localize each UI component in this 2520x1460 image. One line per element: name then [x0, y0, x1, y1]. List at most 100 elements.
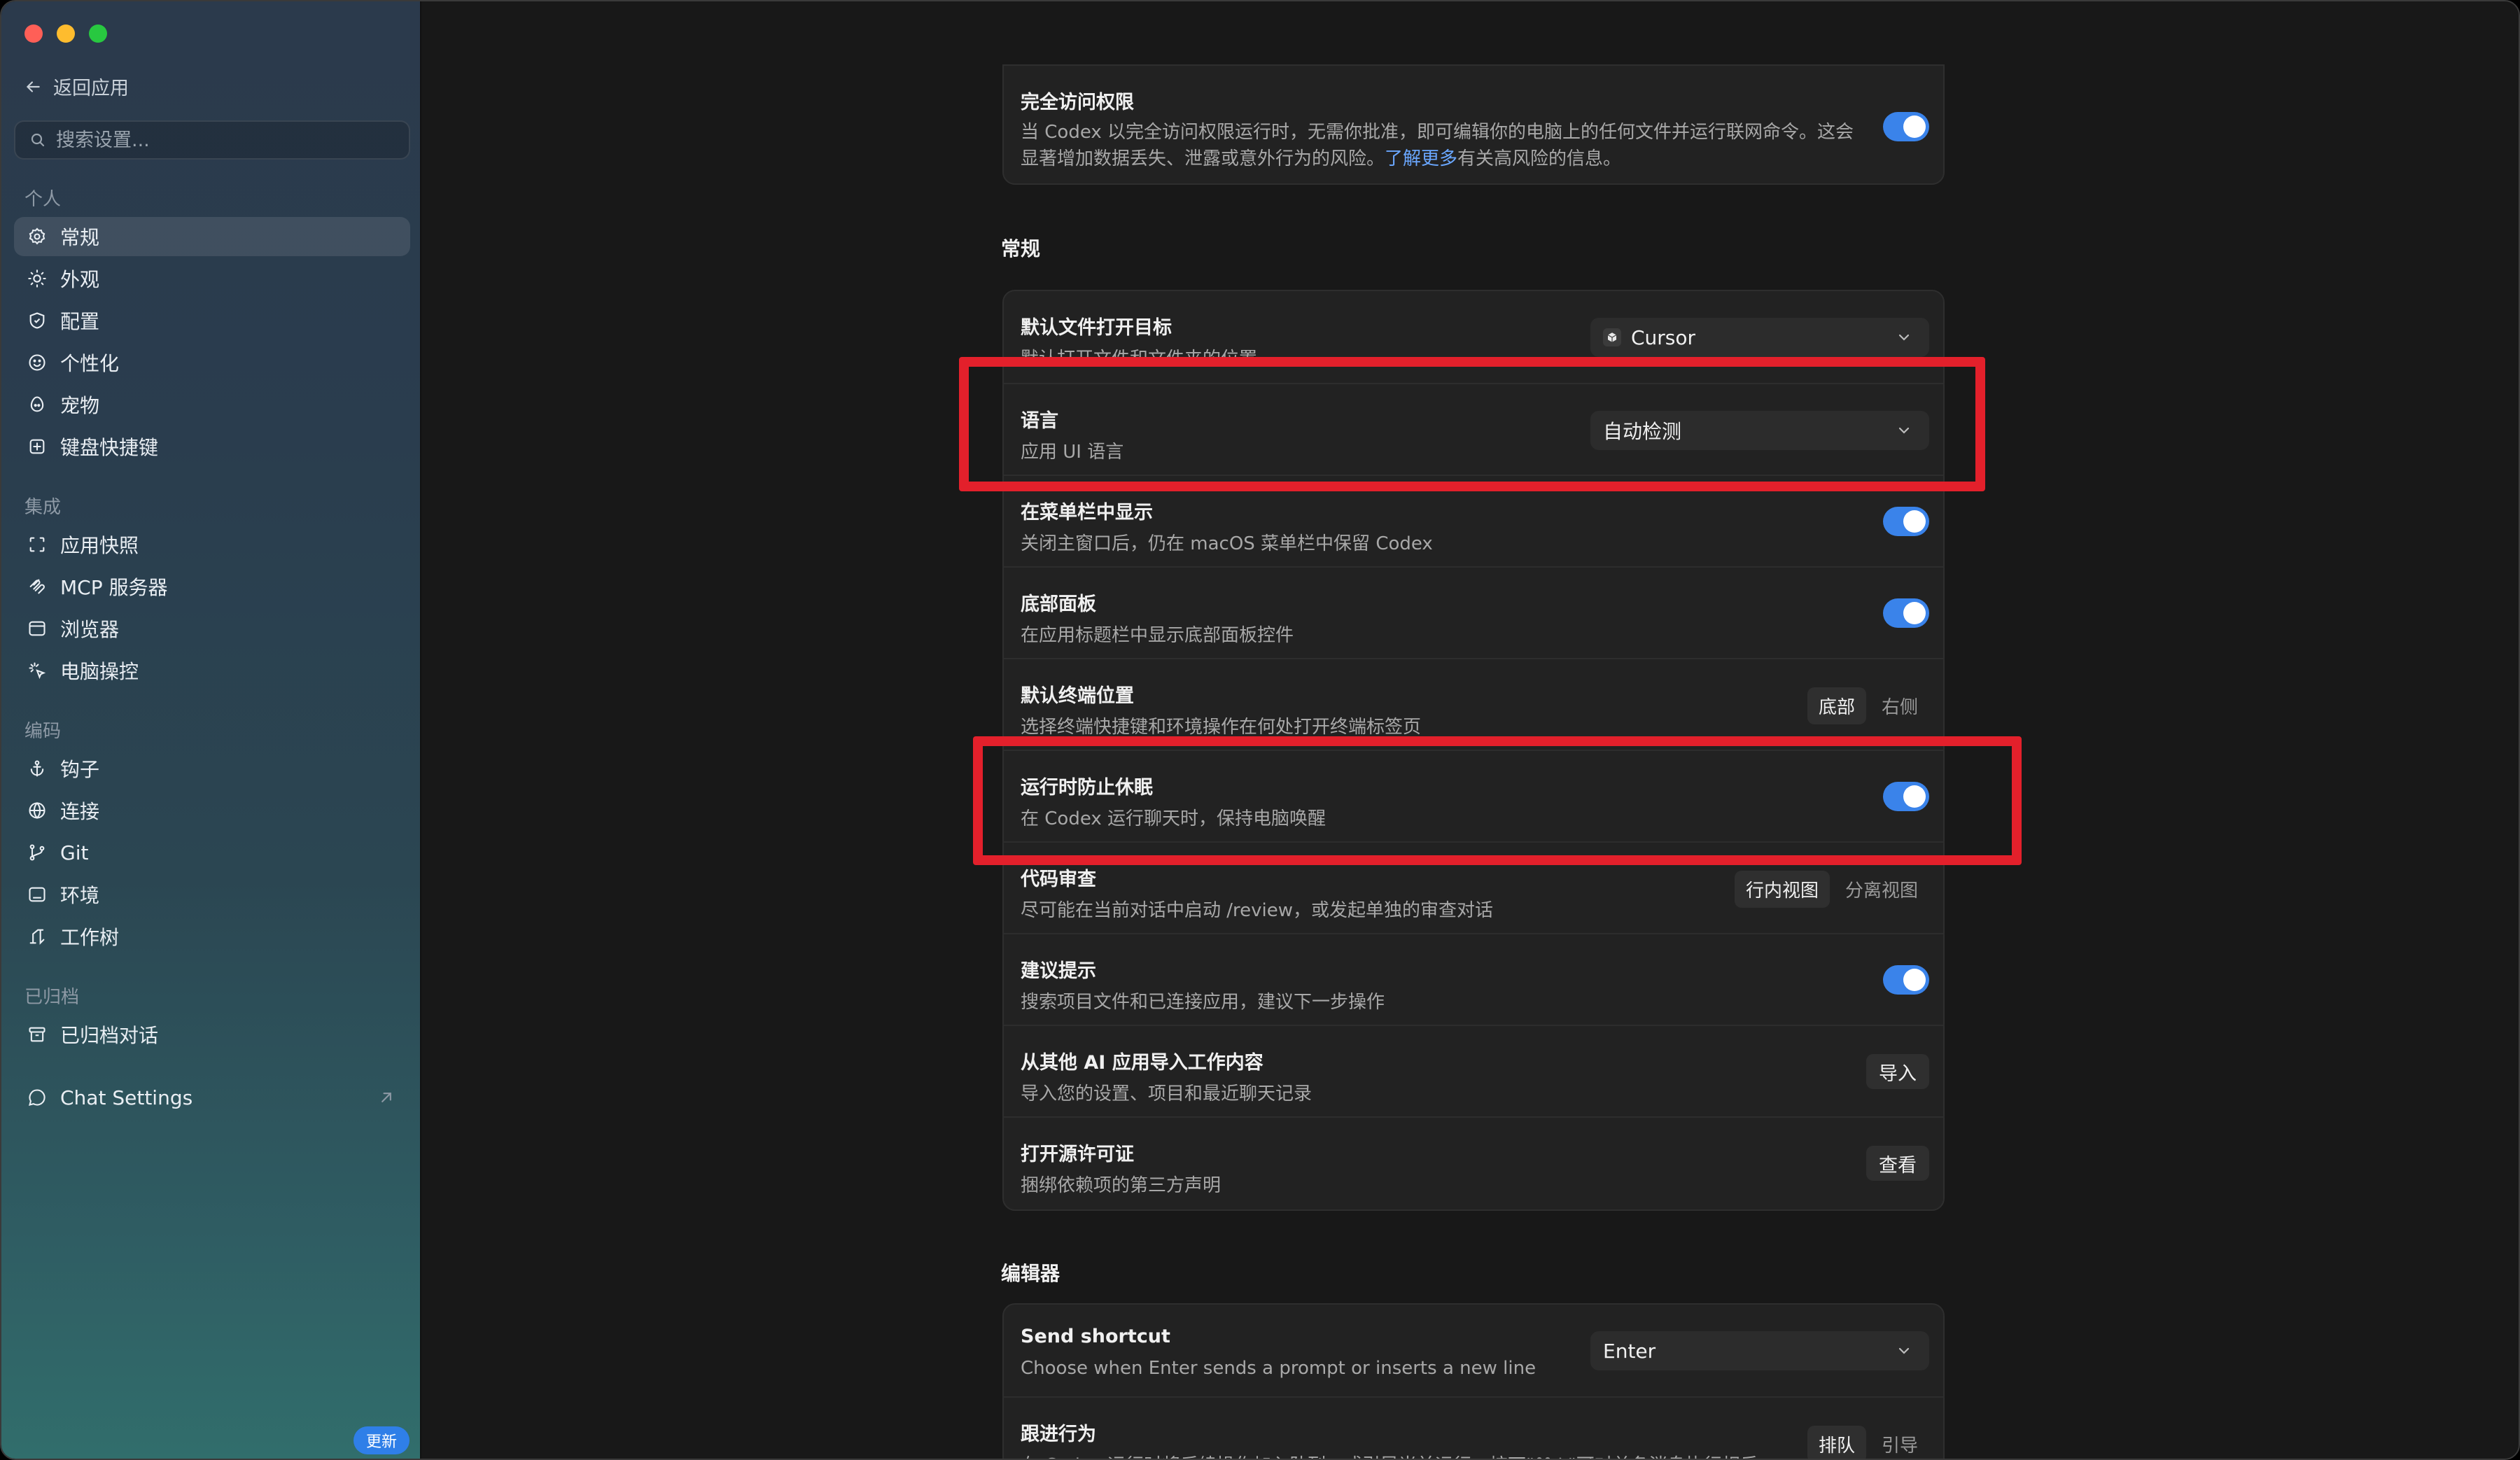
sidebar-item-computer-control[interactable]: 电脑操控: [14, 651, 410, 690]
settings-window: 返回应用 个人 常规 外观 配置 个性化 宠物 键盘快捷键: [0, 0, 2520, 1460]
send-shortcut-row: Send shortcut Choose when Enter sends a …: [1004, 1305, 1943, 1396]
sidebar-item-environment[interactable]: 环境: [14, 875, 410, 914]
editor-section-title: 编辑器: [1001, 1262, 1060, 1285]
sidebar-item-hooks[interactable]: 钩子: [14, 749, 410, 788]
section-label-coding: 编码: [24, 721, 62, 742]
sidebar-item-label: 配置: [60, 310, 100, 333]
arrow-left-icon: [26, 80, 40, 92]
external-link-icon: [382, 1093, 391, 1102]
worktree-icon: [27, 926, 48, 947]
search-input[interactable]: [56, 129, 392, 151]
sidebar-item-label: 常规: [60, 226, 100, 249]
sidebar-item-connections[interactable]: 连接: [14, 791, 410, 830]
close-window-button[interactable]: [24, 24, 43, 43]
row-title: 默认文件打开目标: [1021, 317, 1172, 339]
highlight-box-language: [959, 357, 1985, 491]
highlight-box-prevent-sleep: [973, 736, 2022, 865]
row-title: 打开源许可证: [1021, 1144, 1134, 1165]
sidebar-item-git[interactable]: Git: [14, 833, 410, 872]
sidebar-item-label: 外观: [60, 268, 100, 291]
archive-box-icon: [27, 1024, 48, 1045]
sidebar-item-chat-settings[interactable]: Chat Settings: [14, 1078, 410, 1117]
sun-icon: [27, 268, 48, 289]
settings-main-panel: 完全访问权限 当 Codex 以完全访问权限运行时，无需你批准，即可编辑你的电脑…: [421, 1, 2519, 1459]
row-desc: 在应用标题栏中显示底部面板控件: [1021, 625, 1294, 646]
row-title: 代码审查: [1021, 869, 1096, 890]
follow-up-segmented: 排队 引导: [1807, 1426, 1929, 1459]
terminal-position-bottom-option[interactable]: 底部: [1807, 687, 1866, 724]
full-access-desc-line1: 当 Codex 以完全访问权限运行时，无需你批准，即可编辑你的电脑上的任何文件并…: [1021, 122, 1854, 143]
code-review-segmented: 行内视图 分离视图: [1734, 871, 1929, 908]
sidebar-item-pets[interactable]: 宠物: [14, 385, 410, 424]
sidebar: 返回应用 个人 常规 外观 配置 个性化 宠物 键盘快捷键: [1, 1, 421, 1459]
full-access-desc-line2: 显著增加数据丢失、泄露或意外行为的风险。了解更多有关高风险的信息。: [1021, 148, 1622, 169]
update-badge[interactable]: 更新: [354, 1426, 410, 1454]
code-review-inline-option[interactable]: 行内视图: [1734, 871, 1830, 908]
bottom-panel-toggle[interactable]: [1883, 598, 1929, 628]
toggle-knob: [1903, 115, 1926, 138]
sidebar-item-personalization[interactable]: 个性化: [14, 343, 410, 382]
sidebar-item-label: MCP 服务器: [60, 576, 168, 599]
view-licenses-button[interactable]: 查看: [1866, 1146, 1929, 1181]
follow-up-steer-option[interactable]: 引导: [1870, 1426, 1929, 1459]
select-value: Enter: [1603, 1339, 1656, 1363]
sidebar-item-config[interactable]: 配置: [14, 301, 410, 340]
suggestions-row: 建议提示 搜索项目文件和已连接应用，建议下一步操作: [1004, 933, 1943, 1025]
row-desc: 尽可能在当前对话中启动 /review，或发起单独的审查对话: [1021, 900, 1494, 921]
terminal-position-right-option[interactable]: 右侧: [1870, 687, 1929, 724]
section-label-personal: 个人: [24, 189, 62, 210]
mcp-icon: [27, 576, 48, 597]
git-branch-icon: [27, 842, 48, 863]
full-access-card: 完全访问权限 当 Codex 以完全访问权限运行时，无需你批准，即可编辑你的电脑…: [1002, 64, 1945, 185]
sidebar-item-browser[interactable]: 浏览器: [14, 609, 410, 648]
row-title: 从其他 AI 应用导入工作内容: [1021, 1052, 1264, 1074]
search-icon: [31, 133, 45, 147]
egg-icon: [27, 394, 48, 415]
sidebar-item-archived-chats[interactable]: 已归档对话: [14, 1015, 410, 1054]
row-title: 建议提示: [1021, 960, 1096, 982]
minimize-window-button[interactable]: [57, 24, 75, 43]
row-title: Send shortcut: [1021, 1326, 1170, 1347]
sidebar-item-worktree[interactable]: 工作树: [14, 917, 410, 956]
row-desc: Choose when Enter sends a prompt or inse…: [1021, 1358, 1536, 1379]
full-access-toggle[interactable]: [1883, 112, 1929, 141]
follow-up-queue-option[interactable]: 排队: [1807, 1426, 1866, 1459]
follow-up-row: 跟进行为 在 Codex 运行时将后续操作加入队列，或引导当前运行。按下"⌘⇧"…: [1004, 1396, 1943, 1459]
code-review-split-option[interactable]: 分离视图: [1834, 871, 1929, 908]
keyboard-plus-icon: [27, 436, 48, 457]
sidebar-item-general[interactable]: 常规: [14, 217, 410, 256]
sidebar-item-app-snapshot[interactable]: 应用快照: [14, 525, 410, 564]
sidebar-item-label: 连接: [60, 800, 100, 823]
row-title: 底部面板: [1021, 594, 1096, 615]
settings-search[interactable]: [14, 120, 410, 160]
sidebar-item-mcp[interactable]: MCP 服务器: [14, 567, 410, 606]
menubar-toggle[interactable]: [1883, 507, 1929, 536]
sidebar-item-appearance[interactable]: 外观: [14, 259, 410, 298]
import-button[interactable]: 导入: [1866, 1054, 1929, 1089]
shield-icon: [27, 310, 48, 331]
sidebar-item-shortcuts[interactable]: 键盘快捷键: [14, 427, 410, 466]
row-desc: 导入您的设置、项目和最近聊天记录: [1021, 1083, 1312, 1104]
sidebar-item-label: Chat Settings: [60, 1086, 193, 1109]
sidebar-item-label: 宠物: [60, 394, 100, 417]
sidebar-item-label: 键盘快捷键: [60, 436, 159, 459]
general-section-title: 常规: [1001, 237, 1041, 260]
row-title: 默认终端位置: [1021, 685, 1134, 707]
terminal-position-segmented: 底部 右侧: [1807, 687, 1929, 724]
section-label-archived: 已归档: [24, 987, 80, 1008]
suggestions-toggle[interactable]: [1883, 965, 1929, 995]
back-to-app-link[interactable]: 返回应用: [24, 73, 129, 100]
globe-icon: [27, 800, 48, 821]
editor-settings-card: Send shortcut Choose when Enter sends a …: [1002, 1303, 1945, 1459]
sidebar-item-label: Git: [60, 841, 89, 864]
row-desc: 捆绑依赖项的第三方声明: [1021, 1175, 1222, 1196]
send-shortcut-select[interactable]: Enter: [1590, 1331, 1929, 1370]
sidebar-item-label: 电脑操控: [60, 660, 139, 683]
default-open-select[interactable]: Cursor: [1590, 318, 1929, 357]
learn-more-link[interactable]: 了解更多: [1385, 148, 1457, 169]
sidebar-item-label: 浏览器: [60, 618, 120, 641]
chat-bubble-icon: [27, 1087, 48, 1108]
cursor-app-icon: [1603, 328, 1621, 346]
zoom-window-button[interactable]: [89, 24, 107, 43]
gear-icon: [27, 226, 48, 247]
